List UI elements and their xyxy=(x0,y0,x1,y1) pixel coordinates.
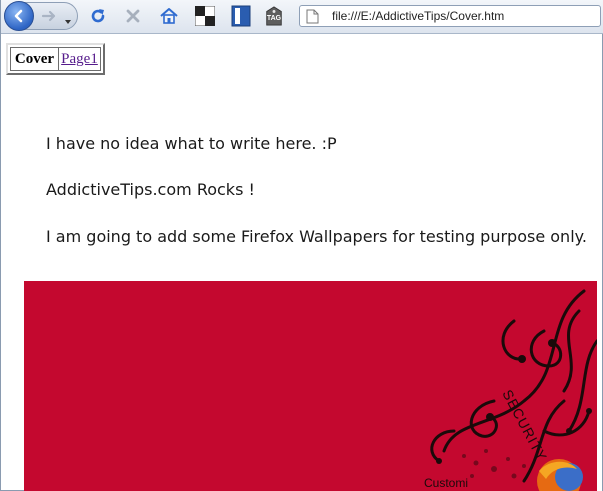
address-bar[interactable]: file:///E:/AddictiveTips/Cover.htm xyxy=(299,5,601,27)
home-icon xyxy=(160,8,178,24)
forward-button[interactable] xyxy=(38,6,60,26)
page-edge xyxy=(597,281,602,491)
cover-cell: Cover xyxy=(11,48,59,70)
content-line-2: AddictiveTips.com Rocks ! xyxy=(46,180,255,199)
firefox-logo-icon xyxy=(537,459,583,491)
back-button[interactable] xyxy=(4,1,34,31)
history-dropdown-button[interactable] xyxy=(63,12,73,24)
bookmark-button[interactable] xyxy=(230,5,252,27)
stop-button[interactable] xyxy=(122,5,144,27)
wallpaper-swirls: SECURITY Customi xyxy=(424,289,597,491)
checker-extension-button[interactable] xyxy=(194,5,216,27)
page-icon xyxy=(306,9,319,24)
back-forward-group xyxy=(4,1,78,31)
content-line-3: I am going to add some Firefox Wallpaper… xyxy=(46,227,587,246)
forward-icon xyxy=(41,10,56,22)
firefox-wallpaper-image: SECURITY Customi xyxy=(24,281,597,491)
bookmark-icon xyxy=(231,5,251,27)
checker-icon xyxy=(195,6,215,26)
history-dropdown-icon xyxy=(65,20,71,24)
reload-icon xyxy=(91,9,105,23)
back-icon xyxy=(14,9,23,23)
tag-label: TAG xyxy=(266,15,282,22)
customize-text: Customi xyxy=(424,476,468,490)
reload-button[interactable] xyxy=(87,5,109,27)
page1-link[interactable]: Page1 xyxy=(61,51,98,68)
page-nav-table: Cover Page1 xyxy=(6,43,105,75)
browser-window: TAG file:///E:/AddictiveTips/Cover.htm C… xyxy=(0,0,603,491)
page-nav-inner: Cover Page1 xyxy=(10,47,101,71)
page1-cell: Page1 xyxy=(59,48,100,70)
tag-button[interactable]: TAG xyxy=(264,5,284,27)
home-button[interactable] xyxy=(158,5,180,27)
stop-icon xyxy=(126,9,140,23)
content-line-1: I have no idea what to write here. :P xyxy=(46,134,337,153)
url-text: file:///E:/AddictiveTips/Cover.htm xyxy=(332,9,505,23)
navigation-toolbar: TAG file:///E:/AddictiveTips/Cover.htm xyxy=(1,0,603,34)
